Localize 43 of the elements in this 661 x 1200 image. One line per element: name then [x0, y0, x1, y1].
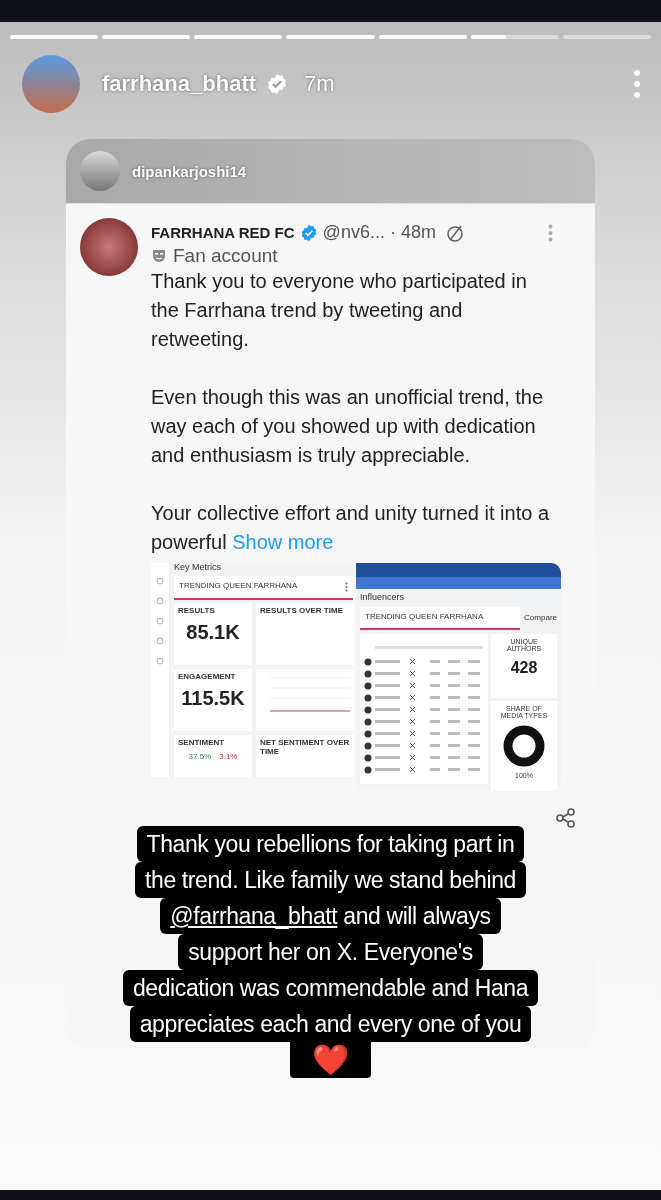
username[interactable]: farrhana_bhatt: [102, 71, 257, 97]
sidebar-icon: [156, 597, 164, 605]
chart-card: NET SENTIMENT OVER TIME: [256, 734, 353, 777]
search-field: TRENDING QUEEN FARRHANA: [174, 575, 353, 600]
caption-text: the trend. Like family we stand behind: [135, 862, 526, 898]
account-avatar: [80, 218, 138, 276]
show-more-link[interactable]: Show more: [232, 531, 334, 553]
chart-card: RESULTS OVER TIME: [256, 602, 353, 665]
mask-icon: [151, 248, 167, 264]
tweet-text: Your collective effort and unity turned it into a powerful Show more: [151, 501, 551, 555]
more-options-icon[interactable]: [548, 223, 553, 242]
caption-text: dedication was commendable and Hana: [122, 970, 539, 1006]
tweet-text: Thank you to everyone who participated in the Farrhana trend by tweeting and retweeting.: [151, 269, 528, 352]
caption-text: @farrhana_bhatt and will always: [160, 898, 501, 934]
caption-text: support her on X. Everyone's: [178, 934, 483, 970]
account-label: Fan account: [173, 245, 278, 267]
author-avatar: [80, 151, 120, 191]
post-time: 7m: [304, 71, 335, 97]
stat-card: ENGAGEMENT 115.5K: [174, 668, 252, 731]
profile-avatar[interactable]: [22, 55, 80, 113]
compare-label: Compare: [524, 613, 557, 623]
heart-emoji: ❤: [290, 1042, 371, 1078]
mention-link[interactable]: @farrhana_bhatt: [170, 903, 338, 929]
author-name: dipankarjoshi14: [132, 162, 247, 180]
share-icon[interactable]: [555, 807, 577, 829]
tweet-text: Even though this was an unofficial trend, the way each of you showed up with dedication and enthusiasm is truly appreciable.: [151, 385, 545, 468]
tweet-time: · 48m: [389, 222, 436, 243]
account-handle: @nv6...: [322, 222, 385, 243]
donut-chart-drawing: [502, 724, 546, 769]
section-title: Influencers: [360, 593, 406, 603]
account-name: FARRHANA RED FC: [151, 224, 295, 241]
section-title: Key Metrics: [174, 563, 222, 573]
more-options-icon[interactable]: [633, 69, 641, 99]
stat-card: RESULTS 85.1K: [174, 602, 252, 665]
stat-card: SENTIMENT 37.5% 3.1%: [174, 734, 252, 777]
more-options-icon: [345, 581, 348, 592]
search-field: TRENDING QUEEN FARRHANA: [360, 606, 521, 630]
sidebar-icon: [156, 637, 164, 645]
caption-text: appreciates each and every one of you: [129, 1006, 532, 1042]
sidebar-icon: [156, 577, 164, 585]
sidebar-icon: [156, 617, 164, 625]
caption-text: Thank you rebellions for taking part in: [136, 826, 525, 862]
sidebar-icon: [156, 657, 164, 665]
